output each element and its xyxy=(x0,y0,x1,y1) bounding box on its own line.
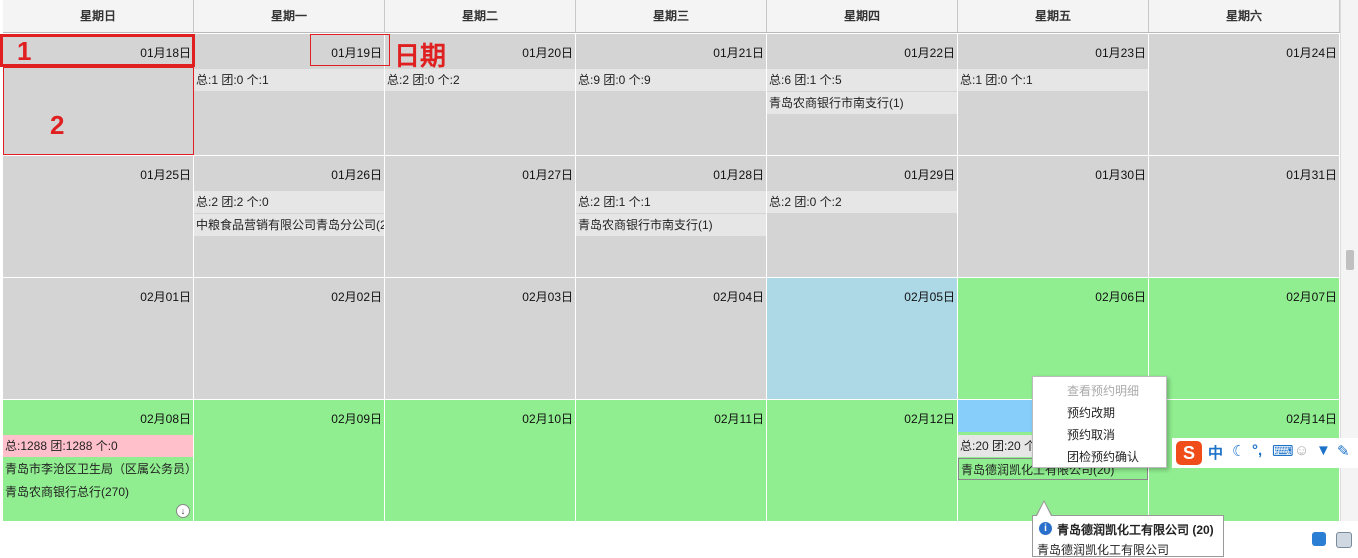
booking-summary[interactable]: 总:2 团:0 个:2 xyxy=(767,191,957,213)
day-date: 02月06日 xyxy=(1095,290,1146,304)
calendar-day-cell[interactable]: 02月08日总:1288 团:1288 个:0 青岛市李沧区卫生局（区属公务员）青… xyxy=(3,400,194,522)
calendar-day-cell[interactable]: 01月21日总:9 团:0 个:9 xyxy=(576,34,767,156)
calendar-day-cell[interactable]: 02月02日 xyxy=(194,278,385,400)
keyboard-icon[interactable]: ⌨ xyxy=(1272,442,1294,460)
scrollbar-thumb[interactable] xyxy=(1346,250,1354,270)
day-date: 02月08日 xyxy=(140,412,191,426)
calendar-day-cell[interactable]: 02月11日 xyxy=(576,400,767,522)
booking-org-item[interactable]: 青岛市李沧区卫生局（区属公务员） xyxy=(3,458,193,480)
day-date: 02月10日 xyxy=(522,412,573,426)
day-date: 02月11日 xyxy=(714,412,764,426)
wrench-icon[interactable]: ✎ xyxy=(1337,442,1350,460)
weekday-header: 星期二 xyxy=(385,0,576,33)
sogou-logo-icon[interactable]: S xyxy=(1176,441,1202,465)
day-date: 01月28日 xyxy=(713,168,764,182)
weekday-header: 星期六 xyxy=(1149,0,1340,33)
booking-summary[interactable]: 总:1288 团:1288 个:0 xyxy=(3,435,193,457)
weekday-header: 星期三 xyxy=(576,0,767,33)
day-date: 01月21日 xyxy=(713,46,764,60)
tooltip: i 青岛德润凯化工有限公司 (20) 青岛德润凯化工有限公司 xyxy=(1032,515,1224,557)
annotation-label-2: 2 xyxy=(50,110,65,140)
context-menu: 查看预约明细 预约改期 预约取消 团检预约确认 xyxy=(1032,376,1167,468)
day-date: 01月25日 xyxy=(140,168,191,182)
calendar-day-cell[interactable]: 01月27日 xyxy=(385,156,576,278)
calendar-day-cell[interactable]: 01月29日总:2 团:0 个:2 xyxy=(767,156,958,278)
booking-org-item[interactable]: 青岛农商银行市南支行(1) xyxy=(576,214,766,236)
calendar-day-cell[interactable]: 02月12日 xyxy=(767,400,958,522)
booking-summary[interactable]: 总:2 团:1 个:1 xyxy=(576,191,766,213)
punctuation-icon[interactable]: °, xyxy=(1252,442,1262,459)
annotation-label-1: 1 xyxy=(17,36,32,66)
tooltip-title: 青岛德润凯化工有限公司 (20) xyxy=(1057,523,1214,537)
booking-summary[interactable]: 总:1 团:0 个:1 xyxy=(194,69,384,91)
weekday-header: 星期日 xyxy=(3,0,194,33)
day-date: 01月27日 xyxy=(522,168,573,182)
booking-org-item[interactable]: 青岛农商银行总行(270) xyxy=(3,481,193,503)
day-date: 01月29日 xyxy=(904,168,955,182)
day-date: 01月26日 xyxy=(331,168,382,182)
tray-app-icon[interactable] xyxy=(1312,532,1326,546)
calendar-day-cell[interactable]: 02月03日 xyxy=(385,278,576,400)
booking-org-item[interactable]: 中粮食品营销有限公司青岛分公司(2 xyxy=(194,214,384,236)
day-date: 02月09日 xyxy=(331,412,382,426)
day-date: 01月24日 xyxy=(1286,46,1337,60)
calendar-day-cell[interactable]: 02月04日 xyxy=(576,278,767,400)
calendar-day-cell[interactable]: 02月09日 xyxy=(194,400,385,522)
calendar-day-cell[interactable]: 01月30日 xyxy=(958,156,1149,278)
info-icon: i xyxy=(1039,522,1052,535)
day-date: 01月31日 xyxy=(1286,168,1337,182)
day-date: 01月23日 xyxy=(1095,46,1146,60)
calendar-day-cell[interactable]: 01月31日 xyxy=(1149,156,1340,278)
booking-summary[interactable]: 总:6 团:1 个:5 xyxy=(767,69,957,91)
booking-summary[interactable]: 总:2 团:2 个:0 xyxy=(194,191,384,213)
ime-toolbar: S 中 ☾ °, ⌨ ☺ ▼ ✎ xyxy=(1172,438,1358,468)
calendar-day-cell[interactable]: 01月26日总:2 团:2 个:0 中粮食品营销有限公司青岛分公司(2 xyxy=(194,156,385,278)
calendar-day-cell[interactable]: 01月22日总:6 团:1 个:5 青岛农商银行市南支行(1) xyxy=(767,34,958,156)
weekday-header: 星期五 xyxy=(958,0,1149,33)
calendar-day-cell[interactable]: 02月05日 xyxy=(767,278,958,400)
annotation-label-date: 日期 xyxy=(394,41,447,71)
tooltip-arrow-inner xyxy=(1037,502,1051,516)
day-date: 02月03日 xyxy=(522,290,573,304)
selected-date-highlight xyxy=(958,400,1038,432)
tray-monitor-icon[interactable] xyxy=(1336,532,1352,548)
booking-summary[interactable]: 总:1 团:0 个:1 xyxy=(958,69,1148,91)
day-date: 02月14日 xyxy=(1286,412,1337,426)
day-date: 02月12日 xyxy=(904,412,955,426)
weekday-header: 星期四 xyxy=(767,0,958,33)
calendar-day-cell[interactable]: 01月24日 xyxy=(1149,34,1340,156)
day-date: 02月01日 xyxy=(140,290,191,304)
booking-org-item[interactable]: 青岛农商银行市南支行(1) xyxy=(767,92,957,114)
menu-item-cancel[interactable]: 预约取消 xyxy=(1067,426,1115,443)
calendar-day-cell[interactable]: 01月23日总:1 团:0 个:1 xyxy=(958,34,1149,156)
skin-icon[interactable]: ▼ xyxy=(1316,442,1331,459)
calendar-day-cell[interactable]: 02月10日 xyxy=(385,400,576,522)
calendar-day-cell[interactable]: 01月25日 xyxy=(3,156,194,278)
day-date: 01月20日 xyxy=(522,46,573,60)
menu-item-view-details[interactable]: 查看预约明细 xyxy=(1067,382,1139,399)
annotation-frame-date xyxy=(310,34,390,66)
day-date: 01月30日 xyxy=(1095,168,1146,182)
user-icon[interactable]: ☺ xyxy=(1294,442,1309,459)
day-date: 02月07日 xyxy=(1286,290,1337,304)
moon-icon[interactable]: ☾ xyxy=(1232,442,1245,460)
menu-item-reschedule[interactable]: 预约改期 xyxy=(1067,404,1115,421)
calendar-day-cell[interactable]: 02月01日 xyxy=(3,278,194,400)
day-date: 02月05日 xyxy=(904,290,955,304)
tooltip-body: 青岛德润凯化工有限公司 xyxy=(1037,543,1170,557)
calendar-day-cell[interactable]: 02月07日 xyxy=(1149,278,1340,400)
ime-mode-chinese[interactable]: 中 xyxy=(1208,442,1223,463)
expand-more-icon[interactable]: ↓ xyxy=(176,504,190,518)
menu-item-group-confirm[interactable]: 团检预约确认 xyxy=(1067,448,1139,465)
day-date: 02月04日 xyxy=(713,290,764,304)
annotation-frame-2 xyxy=(3,67,194,155)
day-date: 01月22日 xyxy=(904,46,955,60)
day-date: 02月02日 xyxy=(331,290,382,304)
calendar-day-cell[interactable]: 01月28日总:2 团:1 个:1 青岛农商银行市南支行(1) xyxy=(576,156,767,278)
weekday-header: 星期一 xyxy=(194,0,385,33)
booking-summary[interactable]: 总:9 团:0 个:9 xyxy=(576,69,766,91)
